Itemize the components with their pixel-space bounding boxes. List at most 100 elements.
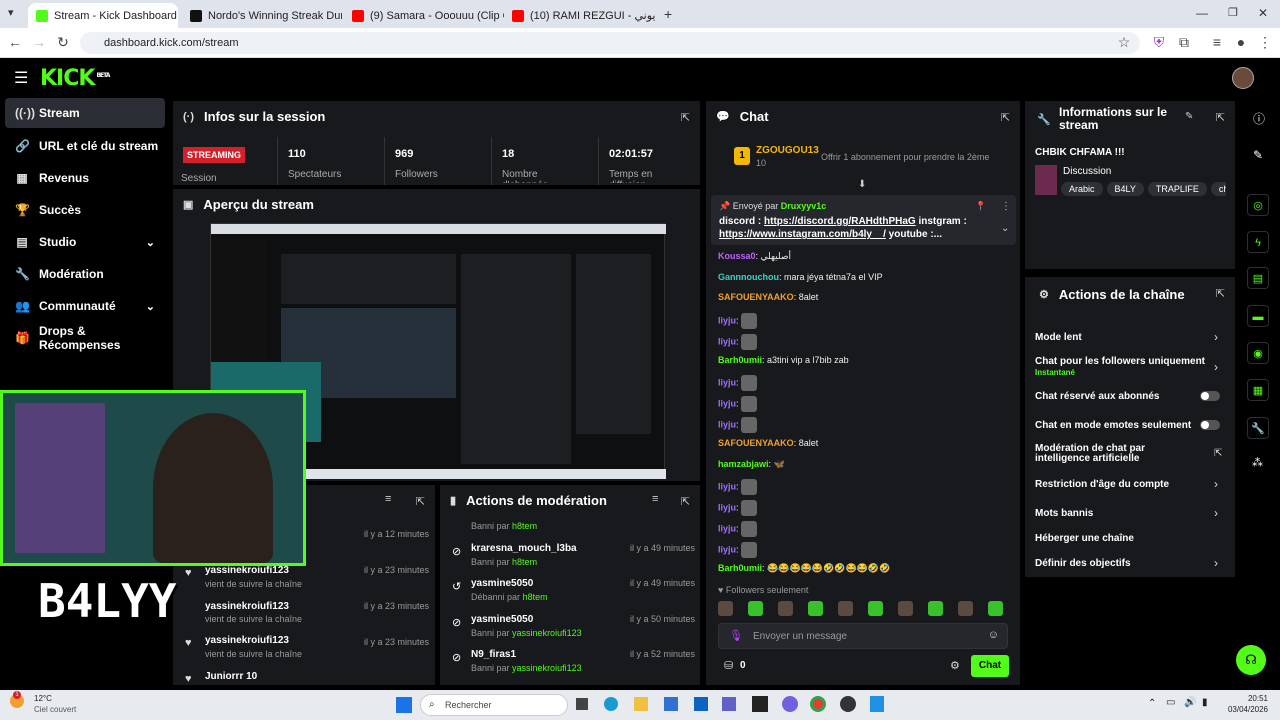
battery-icon[interactable]: ▮ — [1202, 697, 1208, 708]
close-icon[interactable]: ✕ — [177, 9, 178, 22]
more-icon[interactable]: ⋮ — [1001, 201, 1011, 212]
emote-icon[interactable] — [958, 601, 973, 616]
chevron-right-icon[interactable]: › — [1214, 556, 1218, 570]
edge-icon[interactable] — [604, 697, 618, 711]
terminal-icon[interactable] — [752, 696, 768, 712]
action-ai-moderation[interactable]: Modération de chat par intelligence arti… — [1035, 444, 1200, 464]
action-banned-words[interactable]: Mots bannis — [1035, 508, 1093, 519]
new-tab-icon[interactable]: + — [664, 6, 672, 22]
chat-input[interactable]: 🎙 Envoyer un message ☺ — [718, 623, 1008, 649]
pinned-user[interactable]: Druxyyv1c — [781, 201, 827, 211]
clock-date[interactable]: 03/04/2026 — [1218, 705, 1268, 714]
chat-username[interactable]: liyju — [718, 502, 736, 512]
chat-username[interactable]: SAFOUENYAAKO — [718, 438, 794, 448]
action-host-channel[interactable]: Héberger une chaîne — [1035, 533, 1134, 544]
back-icon[interactable]: ← — [6, 34, 24, 50]
chevron-right-icon[interactable]: › — [1214, 506, 1218, 520]
mod-action-by[interactable]: h8tem — [512, 521, 537, 531]
chat-username[interactable]: liyju — [718, 315, 736, 325]
browser-tab-4[interactable]: (10) RAMI REZGUI - تونسي . يوني ✕ — [504, 3, 659, 28]
layout-icon[interactable]: ▦ — [1247, 379, 1269, 401]
tag-chip[interactable]: Arabic — [1061, 182, 1103, 196]
kick-logo[interactable]: KICK BETA — [40, 66, 110, 91]
mod-user[interactable]: kraresna_mouch_l3ba — [471, 543, 577, 554]
filter-icon[interactable]: ≡ — [385, 493, 391, 505]
clock-time[interactable]: 20:51 — [1228, 694, 1268, 703]
browser-tab-3[interactable]: (9) Samara - Ooouuu (Clip Offic ✕ — [344, 3, 504, 28]
task-view-icon[interactable] — [576, 698, 588, 710]
chat-username[interactable]: liyju — [718, 377, 736, 387]
discord-icon[interactable] — [782, 696, 798, 712]
file-explorer-icon[interactable] — [634, 697, 648, 711]
sidebar-item-moderation[interactable]: 🔧 Modération — [5, 259, 165, 289]
activity-user[interactable]: yassinekroiufi123 — [205, 565, 289, 576]
browser-tab-kick[interactable]: Stream - Kick Dashboard ✕ — [28, 3, 178, 28]
chat-username[interactable]: hamzabjawi — [718, 459, 769, 469]
emote-icon[interactable] — [718, 601, 733, 616]
security-shield-icon[interactable] — [870, 696, 884, 712]
support-headset-icon[interactable]: ☊ — [1236, 645, 1266, 675]
sidebar-item-studio[interactable]: ▤ Studio ⌄ — [5, 227, 165, 257]
sidebar-item-revenus[interactable]: ▦ Revenus — [5, 163, 165, 193]
popout-icon[interactable]: ⇱ — [681, 111, 690, 124]
external-link-icon[interactable]: ⇱ — [1214, 448, 1222, 459]
tag-chip[interactable]: TRAPLIFE — [1147, 182, 1207, 196]
action-goals[interactable]: Définir des objectifs — [1035, 558, 1131, 569]
action-slow-mode[interactable]: Mode lent — [1035, 332, 1082, 343]
subs-only-toggle[interactable] — [1200, 391, 1220, 401]
mod-action-by[interactable]: h8tem — [523, 592, 548, 602]
sidebar-item-url[interactable]: 🔗 URL et clé du stream — [5, 131, 165, 161]
popout-icon[interactable]: ⇱ — [416, 495, 425, 508]
tab-search-icon[interactable]: ≡ — [1208, 34, 1226, 50]
mod-action-by[interactable]: yassinekroiufi123 — [512, 663, 582, 673]
chat-bubble-icon[interactable]: ▬ — [1247, 305, 1269, 327]
chevron-right-icon[interactable]: › — [1214, 360, 1218, 374]
chat-username[interactable]: Koussa0 — [718, 251, 756, 261]
chat-username[interactable]: SAFOUENYAAKO — [718, 292, 794, 302]
mod-action-by[interactable]: h8tem — [512, 557, 537, 567]
popout-icon[interactable]: ⇱ — [1001, 111, 1010, 124]
action-age-restriction[interactable]: Restriction d'âge du compte — [1035, 479, 1169, 490]
emote-icon[interactable] — [778, 601, 793, 616]
chat-username[interactable]: liyju — [718, 523, 736, 533]
emote-icon[interactable] — [988, 601, 1003, 616]
obs-icon[interactable] — [840, 696, 856, 712]
activity-user[interactable]: Juniorrr 10 — [205, 671, 257, 682]
network-icon[interactable]: ▭ — [1166, 697, 1175, 708]
category-thumbnail[interactable] — [1035, 165, 1057, 195]
document-icon[interactable]: ▤ — [1247, 267, 1269, 289]
maximize-icon[interactable]: ❐ — [1228, 6, 1238, 19]
popout-icon[interactable]: ⇱ — [1216, 111, 1225, 124]
popout-icon[interactable]: ⇱ — [1216, 287, 1225, 300]
sidebar-item-succes[interactable]: 🏆 Succès — [5, 195, 165, 225]
pinned-link[interactable]: https://www.instagram.com/b4ly__/ — [719, 229, 886, 240]
mod-user[interactable]: N9_firas1 — [471, 649, 516, 660]
outlook-icon[interactable] — [694, 697, 708, 711]
weather-temp[interactable]: 12°C — [34, 694, 52, 703]
filter-icon[interactable]: ≡ — [652, 493, 658, 505]
minimize-icon[interactable]: — — [1196, 6, 1208, 20]
edit-pencil-icon[interactable]: ✎ — [1185, 111, 1193, 122]
bookmark-star-icon[interactable]: ☆ — [1115, 34, 1133, 51]
reload-icon[interactable]: ↻ — [54, 34, 72, 51]
activity-user[interactable]: yassinekroiufi123 — [205, 635, 289, 646]
sidebar-item-drops[interactable]: 🎁 Drops & Récompenses — [5, 323, 165, 353]
pencil-icon[interactable]: ✎ — [1253, 148, 1263, 162]
unpin-icon[interactable]: 📍 — [975, 201, 986, 212]
chat-username[interactable]: Barh0umii — [718, 563, 762, 573]
hamburger-menu-icon[interactable]: ☰ — [14, 68, 28, 88]
url-input[interactable]: dashboard.kick.com/stream — [80, 32, 1140, 54]
browser-tab-2[interactable]: Nordo's Winning Streak During ✕ — [182, 3, 342, 28]
chevron-right-icon[interactable]: › — [1214, 330, 1218, 344]
profile-icon[interactable]: ● — [1232, 34, 1250, 50]
emote-icon[interactable] — [928, 601, 943, 616]
chat-username[interactable]: liyju — [718, 398, 736, 408]
emote-icon[interactable] — [898, 601, 913, 616]
store-icon[interactable] — [664, 697, 678, 711]
tag-chip[interactable]: B4LY — [1106, 182, 1144, 196]
sidebar-item-communaute[interactable]: 👥 Communauté ⌄ — [5, 291, 165, 321]
pinned-link[interactable]: https://discord.gg/RAHdthPHaG — [764, 216, 916, 227]
send-chat-button[interactable]: Chat — [971, 655, 1009, 677]
points-icon[interactable]: ⛁ — [724, 659, 733, 672]
emote-only-toggle[interactable] — [1200, 420, 1220, 430]
